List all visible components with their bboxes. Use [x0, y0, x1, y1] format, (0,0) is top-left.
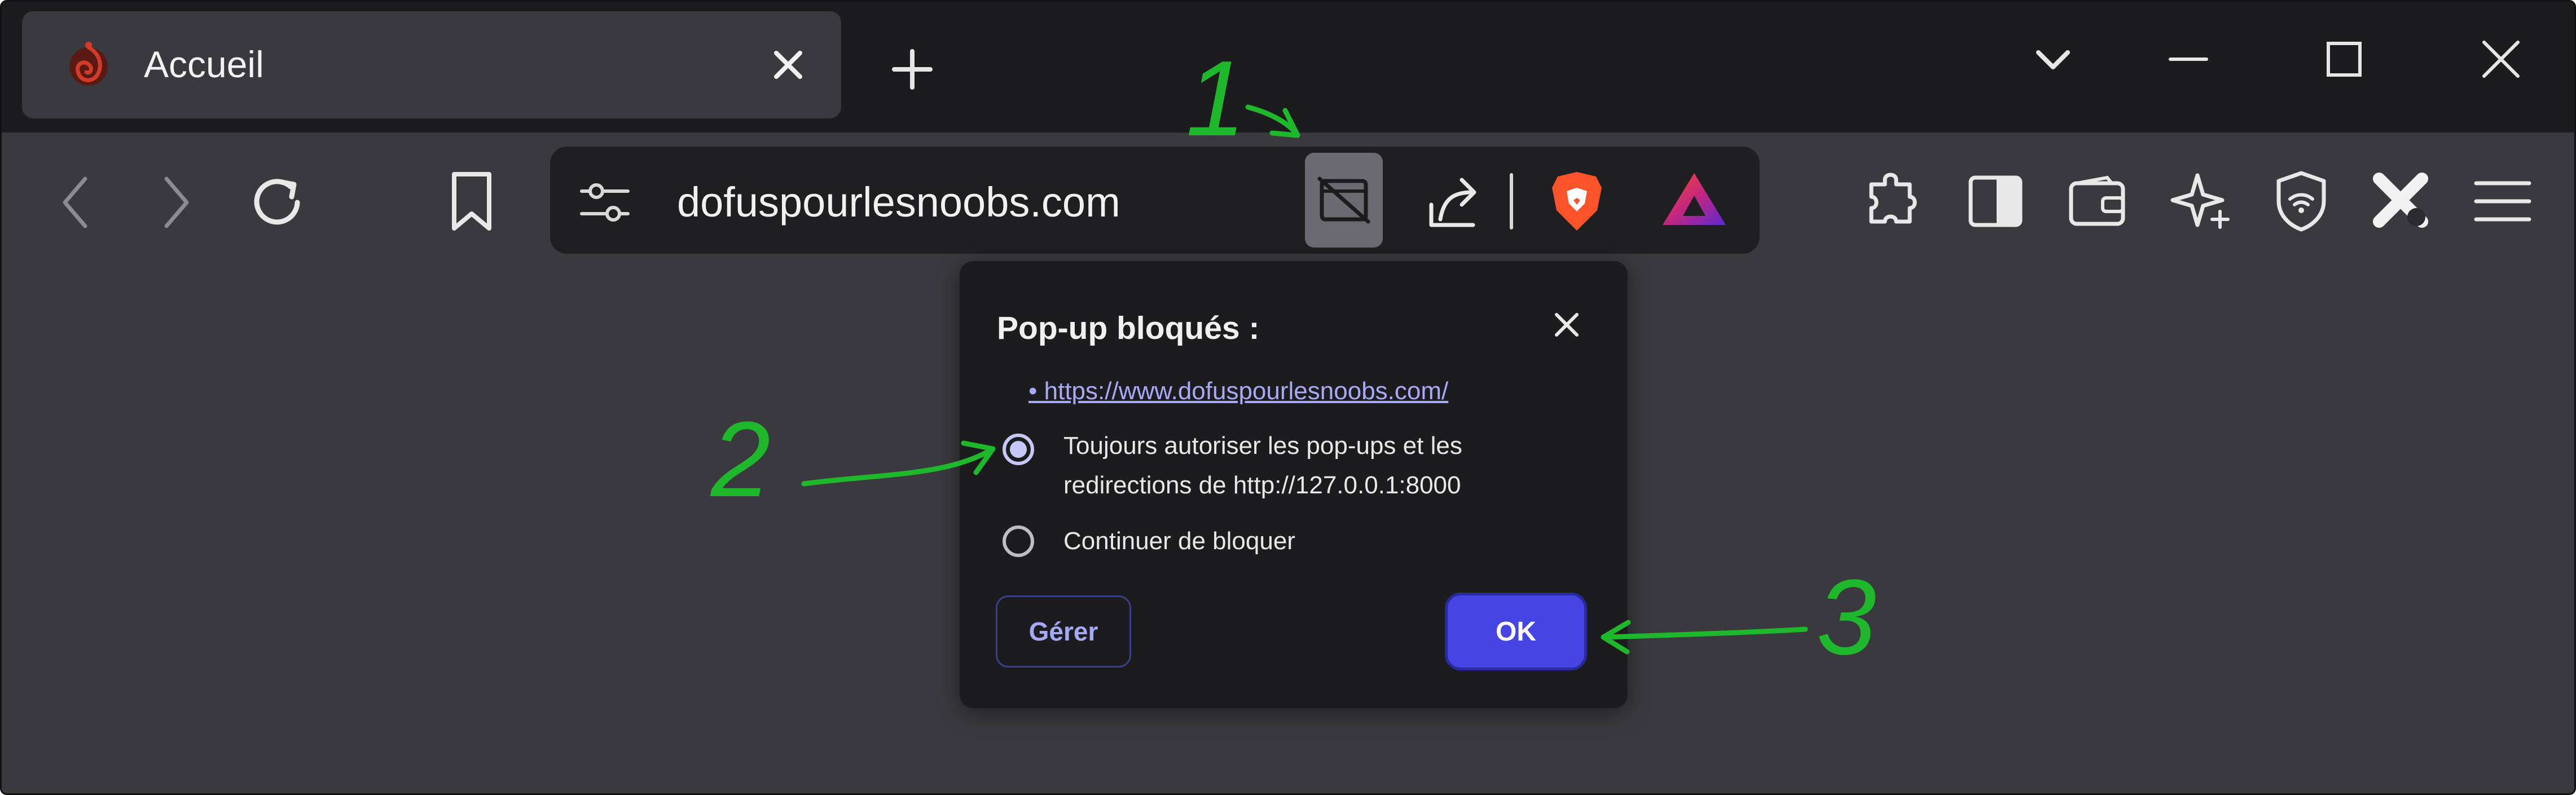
- share-icon[interactable]: [1426, 170, 1482, 232]
- title-bar: Accueil: [2, 2, 2574, 132]
- reload-icon[interactable]: [249, 174, 305, 231]
- maximize-icon[interactable]: [2322, 37, 2367, 82]
- popup-title: Pop-up bloqués :: [997, 310, 1260, 346]
- toolbar-divider: [1510, 173, 1513, 229]
- close-icon[interactable]: [1550, 308, 1584, 342]
- bookmark-icon[interactable]: [447, 170, 496, 234]
- close-window-icon[interactable]: [2478, 37, 2524, 82]
- extensions-icon[interactable]: [1862, 171, 1924, 233]
- browser-window: Accueil dofuspourlesnoobs.com Pop-up blo…: [0, 0, 2576, 795]
- dofus-favicon-icon: [69, 42, 108, 86]
- brave-shields-icon[interactable]: [1549, 170, 1605, 233]
- wallet-icon[interactable]: [2068, 175, 2126, 227]
- menu-icon[interactable]: [2473, 178, 2533, 225]
- option-block-label[interactable]: Continuer de bloquer: [1063, 522, 1295, 561]
- option-allow-label[interactable]: Toujours autoriser les pop-ups et les re…: [1063, 426, 1462, 505]
- tab-search-chevron-icon[interactable]: [2030, 37, 2076, 82]
- tab-title: Accueil: [144, 43, 264, 85]
- site-settings-icon[interactable]: [579, 180, 630, 225]
- close-tab-icon[interactable]: [768, 45, 808, 85]
- back-icon[interactable]: [58, 174, 92, 231]
- forward-icon[interactable]: [160, 174, 194, 231]
- leo-ai-icon[interactable]: [2169, 171, 2230, 232]
- vpn-icon[interactable]: [2274, 170, 2328, 233]
- minimize-icon[interactable]: [2166, 37, 2211, 82]
- tab-accueil[interactable]: Accueil: [22, 11, 841, 118]
- manage-button[interactable]: Gérer: [996, 595, 1131, 668]
- popup-blocked-button[interactable]: [1305, 153, 1383, 248]
- blocked-popup-link[interactable]: • https://www.dofuspourlesnoobs.com/: [1028, 377, 1448, 405]
- popup-blocked-icon: [1317, 176, 1370, 224]
- sidebar-icon[interactable]: [1967, 174, 2024, 228]
- blocked-popup-url[interactable]: https://www.dofuspourlesnoobs.com/: [1044, 377, 1449, 405]
- extension-x-icon[interactable]: [2371, 171, 2430, 229]
- new-tab-icon[interactable]: [885, 42, 939, 96]
- url-text[interactable]: dofuspourlesnoobs.com: [677, 178, 1120, 226]
- brave-rewards-icon[interactable]: [1660, 171, 1728, 227]
- radio-block[interactable]: [1001, 524, 1035, 558]
- ok-button[interactable]: OK: [1445, 593, 1587, 670]
- radio-allow-selected[interactable]: [1001, 432, 1035, 466]
